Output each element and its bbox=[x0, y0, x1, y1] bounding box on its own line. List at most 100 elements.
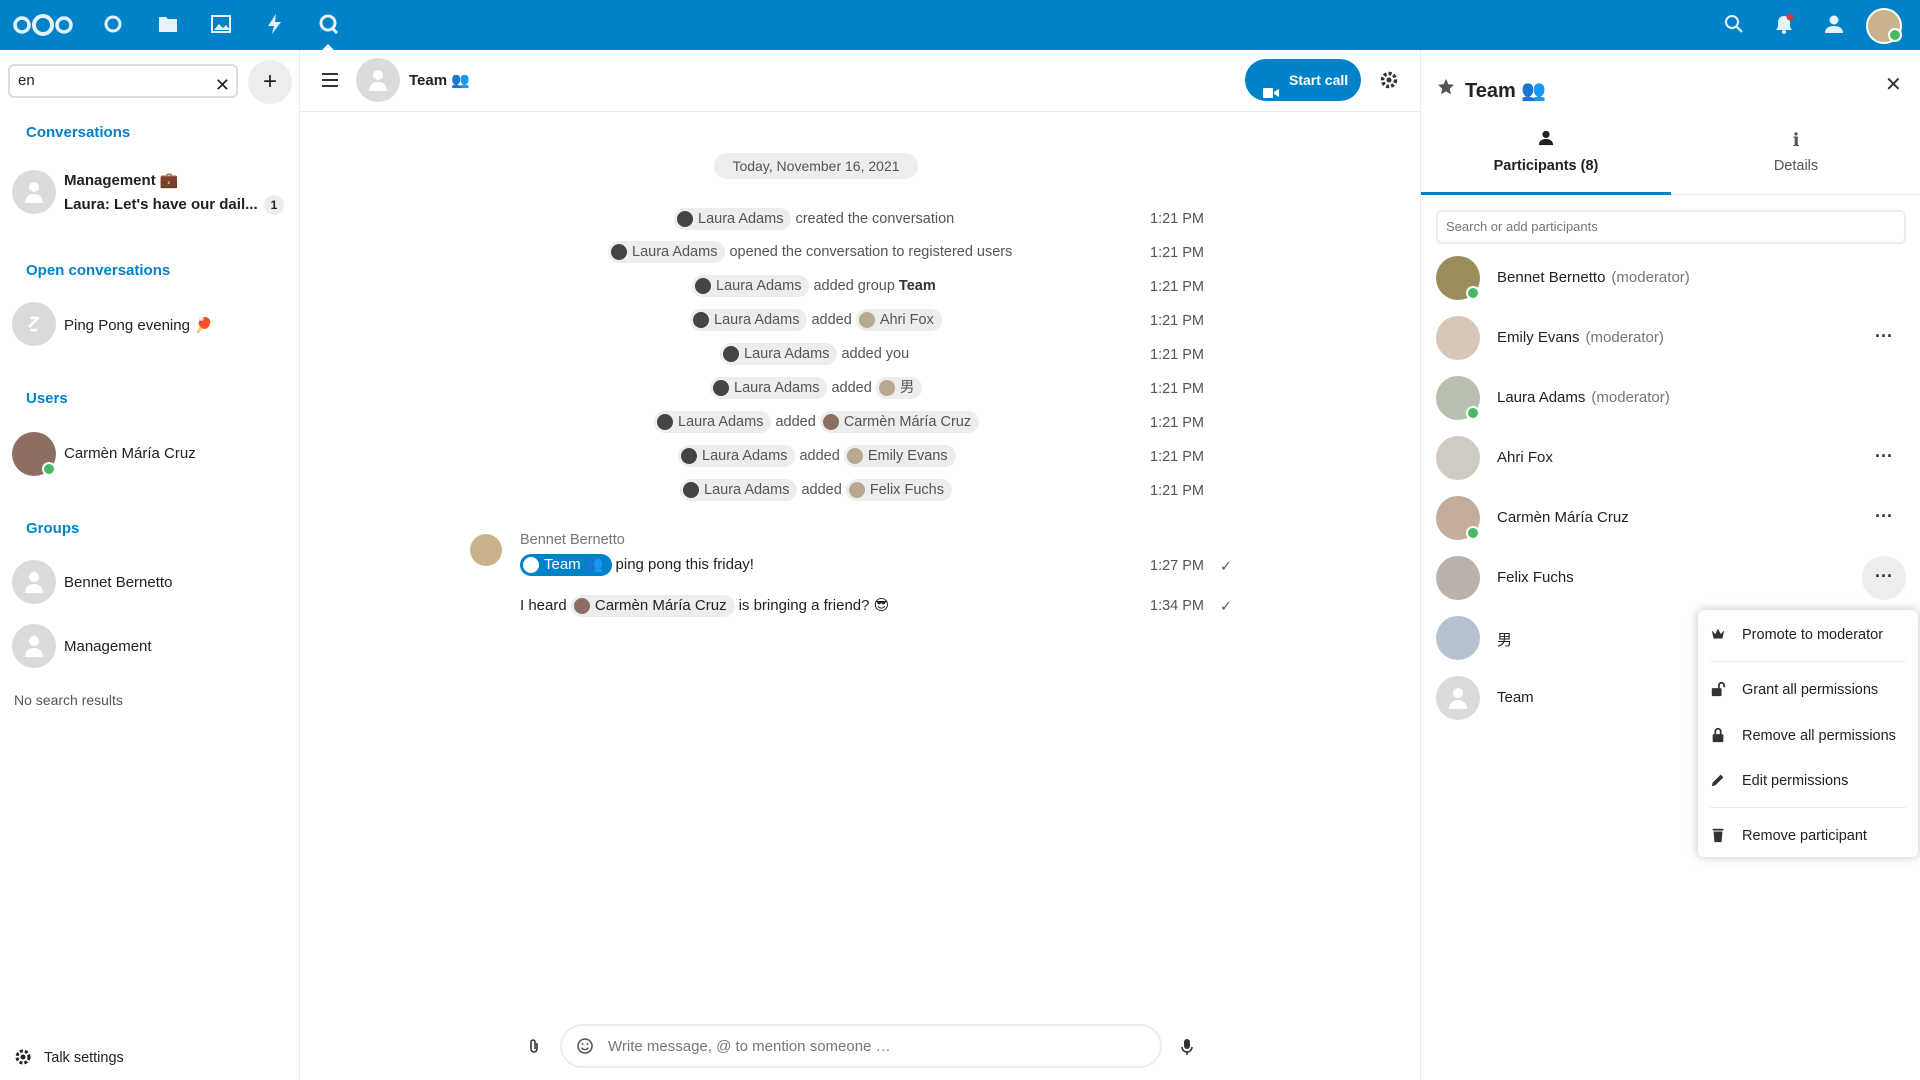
participant-avatar[interactable] bbox=[1436, 436, 1480, 480]
talk-icon[interactable] bbox=[317, 13, 341, 37]
mention-chip[interactable]: Felix Fuchs bbox=[845, 479, 952, 501]
mention-chip[interactable]: Laura Adams bbox=[680, 479, 798, 501]
message-time: 1:27 PM bbox=[1150, 558, 1204, 574]
mention-chip[interactable]: Laura Adams bbox=[692, 275, 810, 297]
group-avatar[interactable] bbox=[12, 624, 56, 668]
mention-chip-team[interactable]: Team 👥 bbox=[520, 554, 612, 576]
online-status-icon bbox=[1466, 526, 1480, 540]
conversation-settings-icon[interactable] bbox=[1379, 70, 1399, 90]
user-name[interactable]: Carmèn Máría Cruz bbox=[64, 445, 196, 462]
promote-to-moderator-item[interactable]: Promote to moderator bbox=[1698, 614, 1918, 658]
edit-permissions-item[interactable]: Edit permissions bbox=[1698, 760, 1918, 804]
participant-name[interactable]: Ahri Fox bbox=[1497, 449, 1559, 466]
group-avatar[interactable] bbox=[12, 560, 56, 604]
mention-chip[interactable]: Laura Adams bbox=[674, 208, 792, 230]
system-message: Laura Adams added Felix Fuchs bbox=[680, 479, 956, 501]
conversation-name[interactable]: Management 💼 bbox=[64, 171, 179, 189]
microphone-icon[interactable] bbox=[1180, 1038, 1194, 1056]
participant-avatar[interactable] bbox=[1436, 676, 1480, 720]
participant-name[interactable]: Emily Evans (moderator) bbox=[1497, 329, 1664, 346]
menu-icon[interactable] bbox=[320, 72, 340, 88]
participant-avatar[interactable] bbox=[1436, 316, 1480, 360]
notifications-icon[interactable] bbox=[1772, 13, 1796, 37]
mention-chip[interactable]: 男 bbox=[875, 377, 923, 399]
tab-details-label: Details bbox=[1773, 158, 1819, 174]
online-status-icon bbox=[1466, 286, 1480, 300]
files-icon[interactable] bbox=[156, 13, 180, 37]
remove-all-permissions-item[interactable]: Remove all permissions bbox=[1698, 715, 1918, 759]
mention-chip[interactable]: Carmèn Máría Cruz bbox=[570, 595, 735, 617]
participant-name[interactable]: Team bbox=[1497, 689, 1540, 706]
system-message: Laura Adams added 男 bbox=[710, 377, 926, 399]
lock-icon bbox=[1710, 727, 1728, 745]
message-placeholder: Write message, @ to mention someone … bbox=[608, 1038, 891, 1055]
grant-all-permissions-item[interactable]: Grant all permissions bbox=[1698, 669, 1918, 713]
search-icon[interactable] bbox=[1722, 13, 1746, 37]
new-conversation-button[interactable]: + bbox=[248, 60, 292, 104]
participant-name[interactable]: Laura Adams (moderator) bbox=[1497, 389, 1670, 406]
attachment-icon[interactable] bbox=[526, 1038, 542, 1054]
participant-actions-button[interactable]: ··· bbox=[1862, 436, 1906, 480]
checkmark-icon: ✓ bbox=[1220, 558, 1232, 574]
mention-chip[interactable]: Laura Adams bbox=[690, 309, 808, 331]
participant-avatar[interactable] bbox=[1436, 556, 1480, 600]
mention-chip[interactable]: Emily Evans bbox=[843, 445, 956, 467]
mention-chip[interactable]: Laura Adams bbox=[720, 343, 838, 365]
group-name[interactable]: Management bbox=[64, 638, 152, 655]
system-message: Laura Adams added group Team bbox=[692, 275, 936, 297]
message-time: 1:21 PM bbox=[1150, 313, 1204, 329]
video-icon bbox=[1263, 73, 1279, 98]
conversation-avatar[interactable] bbox=[12, 170, 56, 214]
gear-icon[interactable] bbox=[14, 1048, 32, 1066]
conversation-search-input[interactable]: en ✕ bbox=[8, 64, 238, 98]
message-time: 1:21 PM bbox=[1150, 347, 1204, 363]
clear-search-icon[interactable]: ✕ bbox=[215, 70, 230, 100]
open-conversation-name[interactable]: Ping Pong evening 🏓 bbox=[64, 316, 213, 334]
star-icon[interactable] bbox=[1437, 78, 1455, 96]
mention-chip[interactable]: Laura Adams bbox=[678, 445, 796, 467]
mention-chip[interactable]: Laura Adams bbox=[608, 241, 726, 263]
nextcloud-logo[interactable] bbox=[12, 13, 74, 37]
system-message: Laura Adams added Ahri Fox bbox=[690, 309, 946, 331]
dashboard-icon[interactable] bbox=[101, 13, 125, 37]
message-input[interactable]: Write message, @ to mention someone … bbox=[560, 1024, 1162, 1068]
contacts-icon[interactable] bbox=[1822, 13, 1846, 37]
remove-participant-item[interactable]: Remove participant bbox=[1698, 815, 1918, 859]
system-message: Laura Adams created the conversation bbox=[674, 208, 954, 230]
participant-name[interactable]: 男 bbox=[1497, 629, 1518, 650]
conversation-preview: Laura: Let's have our dail... bbox=[64, 196, 258, 213]
section-groups: Groups bbox=[26, 520, 80, 537]
participant-name[interactable]: Carmèn Máría Cruz bbox=[1497, 509, 1635, 526]
participant-actions-menu: Promote to moderator Grant all permissio… bbox=[1698, 610, 1918, 857]
participant-actions-button[interactable]: ··· bbox=[1862, 556, 1906, 600]
system-message: Laura Adams opened the conversation to re… bbox=[608, 241, 1012, 263]
active-tab-indicator bbox=[1421, 192, 1671, 195]
participant-actions-button[interactable]: ··· bbox=[1862, 496, 1906, 540]
talk-settings-link[interactable]: Talk settings bbox=[44, 1050, 124, 1066]
mention-chip[interactable]: Laura Adams bbox=[710, 377, 828, 399]
mention-chip[interactable]: Ahri Fox bbox=[855, 309, 942, 331]
group-name[interactable]: Bennet Bernetto bbox=[64, 574, 172, 591]
participant-name[interactable]: Bennet Bernetto (moderator) bbox=[1497, 269, 1690, 286]
close-icon[interactable]: ✕ bbox=[1885, 72, 1902, 97]
participant-actions-button[interactable]: ··· bbox=[1862, 316, 1906, 360]
menu-divider bbox=[1710, 807, 1906, 808]
mention-chip[interactable]: Carmèn Máría Cruz bbox=[819, 411, 980, 433]
user-status-icon bbox=[1888, 28, 1902, 42]
participant-avatar[interactable] bbox=[1436, 616, 1480, 660]
tab-participants[interactable]: Participants (8) bbox=[1421, 130, 1671, 174]
author-avatar[interactable] bbox=[470, 534, 502, 566]
activity-icon[interactable] bbox=[263, 13, 287, 37]
photos-icon[interactable] bbox=[209, 13, 233, 37]
message-time: 1:21 PM bbox=[1150, 279, 1204, 295]
tab-details[interactable]: ℹ Details bbox=[1671, 130, 1920, 174]
pencil-icon bbox=[1710, 772, 1728, 790]
emoji-icon[interactable] bbox=[576, 1037, 594, 1055]
mention-chip[interactable]: Laura Adams bbox=[654, 411, 772, 433]
participant-name[interactable]: Felix Fuchs bbox=[1497, 569, 1580, 586]
message-time: 1:21 PM bbox=[1150, 381, 1204, 397]
public-conversation-avatar[interactable] bbox=[12, 302, 56, 346]
participant-search-input[interactable]: Search or add participants bbox=[1436, 210, 1906, 244]
start-call-button[interactable]: Start call bbox=[1245, 59, 1361, 101]
system-message: Laura Adams added you bbox=[720, 343, 909, 365]
